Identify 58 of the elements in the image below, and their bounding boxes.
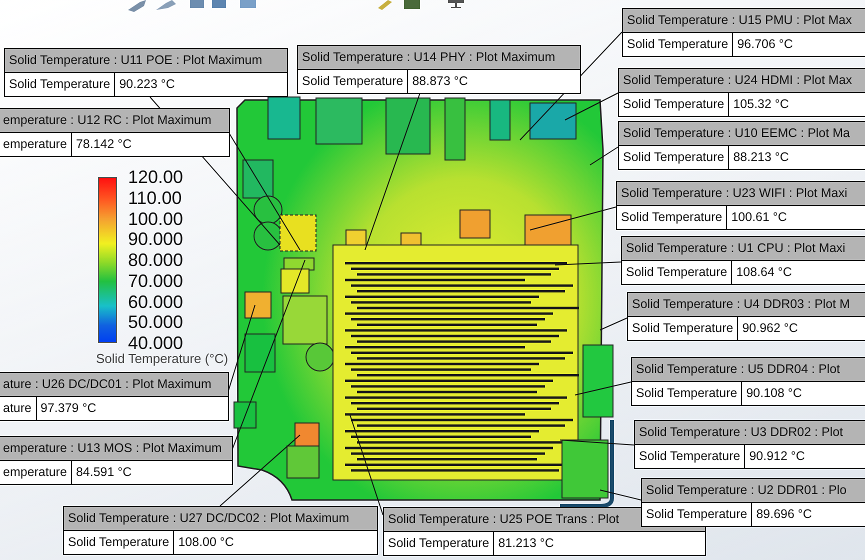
probe-title: Solid Temperature : U23 WIFI : Plot Maxi <box>617 182 865 206</box>
probe-title: ature : U26 DC/DC01 : Plot Maximum <box>0 373 228 397</box>
probe-value-cell-text: 108.64 °C <box>735 264 793 281</box>
scale-tick-label: 120.00 <box>128 166 184 188</box>
probe-title: Solid Temperature : U1 CPU : Plot Maxi <box>622 237 865 261</box>
probe-label-cell: Solid Temperature <box>64 531 174 554</box>
probe-value-cell-text: 108.00 °C <box>177 534 235 551</box>
probe-value-cell-text: 78.142 °C <box>74 136 133 153</box>
scale-tick-label: 50.000 <box>128 311 184 334</box>
probe-title: emperature : U12 RC : Plot Maximum <box>0 109 229 133</box>
probe-value-cell-text: 90.912 °C <box>748 448 806 465</box>
probe-title: Solid Temperature : U3 DDR02 : Plot <box>635 421 865 445</box>
scale-title: Solid Temperature (°C) <box>96 351 228 366</box>
probe-title: Solid Temperature : U4 DDR03 : Plot M <box>628 293 865 317</box>
probe-value-cell-text: 88.213 °C <box>732 149 790 166</box>
scale-tick-label: 60.000 <box>128 290 184 312</box>
probe-label-cell: Solid Temperature <box>619 93 730 116</box>
probe-label-cell: Solid Temperature <box>623 33 734 56</box>
probe-value-cell-text: 100.61 °C <box>730 209 788 226</box>
probe-label-cell: Solid Temperature <box>384 532 494 555</box>
probe-label-cell: Solid Temperature <box>298 70 408 93</box>
probe-title: emperature : U13 MOS : Plot Maximum <box>0 437 232 461</box>
probe-title: Solid Temperature : U2 DDR01 : Plo <box>642 479 865 503</box>
probe-value-cell-text: 96.706 °C <box>736 36 794 53</box>
scale-tick-label: 70.000 <box>128 270 184 292</box>
probe-value-cell-text: 105.32 °C <box>732 96 790 113</box>
probe-title: Solid Temperature : U14 PHY : Plot Maximum <box>298 46 580 70</box>
probe-title: Solid Temperature : U15 PMU : Plot Max <box>623 9 865 33</box>
probe-value-cell-text: 89.696 °C <box>755 506 813 523</box>
scale-tick-label: 40.000 <box>128 332 184 354</box>
monitor-icon[interactable] <box>448 0 464 8</box>
probe-label-cell: Solid Temperature <box>622 261 732 284</box>
probe-value-cell-text: 97.379 °C <box>40 400 98 417</box>
probe-label-cell: emperature <box>0 133 72 156</box>
probe-value-cell-text: 90.108 °C <box>745 385 803 402</box>
probe-value-cell-text: 90.962 °C <box>741 320 799 337</box>
probe-label-cell: Solid Temperature <box>635 445 746 468</box>
probe-title: Solid Temperature : U11 POE : Plot Maximum <box>5 49 287 73</box>
probe-value-cell-text: 84.591 °C <box>74 464 133 481</box>
probe-value-cell-text: 88.873 °C <box>411 73 469 90</box>
probe-value-cell-text: 81.213 °C <box>497 535 555 552</box>
probe-value-cell-text: 90.223 °C <box>118 76 176 93</box>
scale-tick-label: 90.000 <box>128 228 184 250</box>
probe-title: Solid Temperature : U24 HDMI : Plot Max <box>619 69 865 93</box>
probe-label-cell: Solid Temperature <box>619 146 730 169</box>
probe-title: Solid Temperature : U5 DDR04 : Plot <box>632 358 865 382</box>
probe-title: Solid Temperature : U10 EEMC : Plot Ma <box>619 122 865 146</box>
probe-label-cell: Solid Temperature <box>617 206 728 229</box>
probe-label-cell: Solid Temperature <box>632 382 742 405</box>
probe-label-cell: Solid Temperature <box>628 317 738 340</box>
scale-tick-label: 80.000 <box>128 249 184 271</box>
scale-tick-label: 100.00 <box>128 208 184 230</box>
probe-title: Solid Temperature : U27 DC/DC02 : Plot Maximum <box>64 507 377 531</box>
probe-label-cell: Solid Temperature <box>5 73 116 96</box>
probe-label-cell: ature <box>0 397 36 420</box>
probe-label-cell: emperature <box>0 461 72 484</box>
scale-tick-label: 110.00 <box>128 186 182 209</box>
probe-label-cell: Solid Temperature <box>642 503 752 526</box>
